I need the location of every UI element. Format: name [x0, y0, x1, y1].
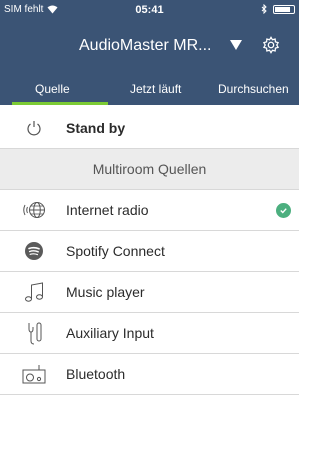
section-header: Multiroom Quellen — [0, 149, 299, 190]
tab-durchsuchen[interactable]: Durchsuchen — [218, 82, 289, 96]
source-label: Music player — [66, 284, 145, 300]
source-item-music-player[interactable]: Music player — [0, 272, 299, 313]
power-icon — [22, 116, 46, 140]
checkmark-icon — [276, 203, 291, 218]
spotify-icon — [22, 239, 46, 263]
standby-row[interactable]: Stand by — [0, 108, 299, 149]
source-label: Auxiliary Input — [66, 325, 154, 341]
gear-icon[interactable] — [262, 36, 280, 54]
source-item-spotify-connect[interactable]: Spotify Connect — [0, 231, 299, 272]
tab-quelle[interactable]: Quelle — [35, 82, 70, 96]
source-label: Internet radio — [66, 202, 149, 218]
source-label: Spotify Connect — [66, 243, 165, 259]
battery-icon — [273, 4, 295, 14]
source-list: Stand by Multiroom Quellen Internet radi… — [0, 108, 299, 395]
bluetooth-icon — [261, 4, 267, 14]
source-label: Bluetooth — [66, 366, 126, 382]
chevron-down-icon[interactable] — [230, 40, 242, 50]
source-item-internet-radio[interactable]: Internet radio — [0, 190, 299, 231]
title-row: AudioMaster MR... — [0, 28, 299, 64]
globe-radio-icon — [22, 198, 46, 222]
status-bar: SIM fehlt 05:41 — [0, 0, 299, 20]
radio-speaker-icon — [22, 362, 46, 386]
source-item-auxiliary-input[interactable]: Auxiliary Input — [0, 313, 299, 354]
device-title[interactable]: AudioMaster MR... — [79, 37, 211, 55]
source-item-bluetooth[interactable]: Bluetooth — [0, 354, 299, 395]
music-note-icon — [22, 280, 46, 304]
active-tab-indicator — [12, 102, 108, 105]
aux-plug-icon — [22, 321, 46, 345]
app-header: SIM fehlt 05:41 AudioMaster MR... Quelle — [0, 0, 299, 105]
tab-jetzt-laeuft[interactable]: Jetzt läuft — [130, 82, 181, 96]
status-time: 05:41 — [135, 4, 164, 16]
tab-bar: Quelle Jetzt läuft Durchsuchen — [0, 74, 299, 105]
standby-label: Stand by — [66, 120, 126, 136]
section-header-label: Multiroom Quellen — [92, 161, 207, 177]
